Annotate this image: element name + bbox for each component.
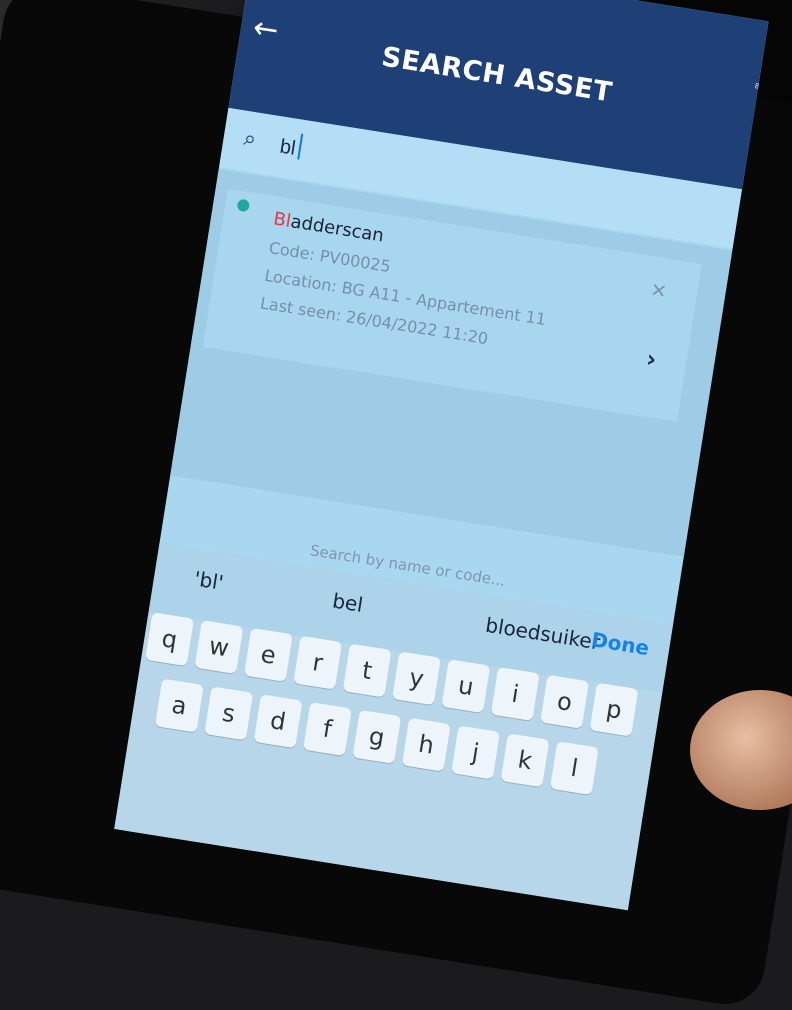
key-w[interactable]: w	[194, 620, 244, 675]
key-p[interactable]: p	[589, 682, 639, 737]
suggestion-item[interactable]: 'bl'	[193, 567, 226, 595]
chevron-right-icon[interactable]: ›	[644, 345, 658, 374]
back-arrow-icon[interactable]: ←	[251, 10, 293, 49]
page-title: SEARCH ASSET	[379, 41, 615, 109]
key-t[interactable]: t	[342, 643, 392, 698]
key-o[interactable]: o	[540, 674, 590, 729]
key-i[interactable]: i	[490, 667, 540, 721]
key-s[interactable]: s	[204, 686, 254, 741]
suggestion-item[interactable]: bel	[331, 588, 365, 616]
key-j[interactable]: j	[451, 725, 501, 780]
key-h[interactable]: h	[401, 717, 451, 772]
status-dot	[236, 198, 251, 213]
key-l[interactable]: l	[549, 741, 599, 796]
suggestion-item[interactable]: bloedsuiker	[484, 613, 602, 655]
done-button[interactable]: Done	[590, 627, 651, 660]
key-q[interactable]: q	[145, 612, 195, 667]
close-icon[interactable]: ×	[649, 276, 669, 302]
key-r[interactable]: r	[293, 635, 343, 690]
search-icon: ⌕	[241, 125, 258, 153]
key-a[interactable]: a	[154, 678, 204, 733]
key-d[interactable]: d	[253, 694, 303, 749]
key-u[interactable]: u	[441, 659, 491, 714]
key-g[interactable]: g	[352, 709, 402, 764]
key-k[interactable]: k	[500, 733, 550, 788]
asset-name-rest: adderscan	[289, 211, 386, 247]
key-y[interactable]: y	[391, 651, 441, 706]
key-f[interactable]: f	[302, 702, 352, 757]
key-e[interactable]: e	[243, 627, 293, 682]
